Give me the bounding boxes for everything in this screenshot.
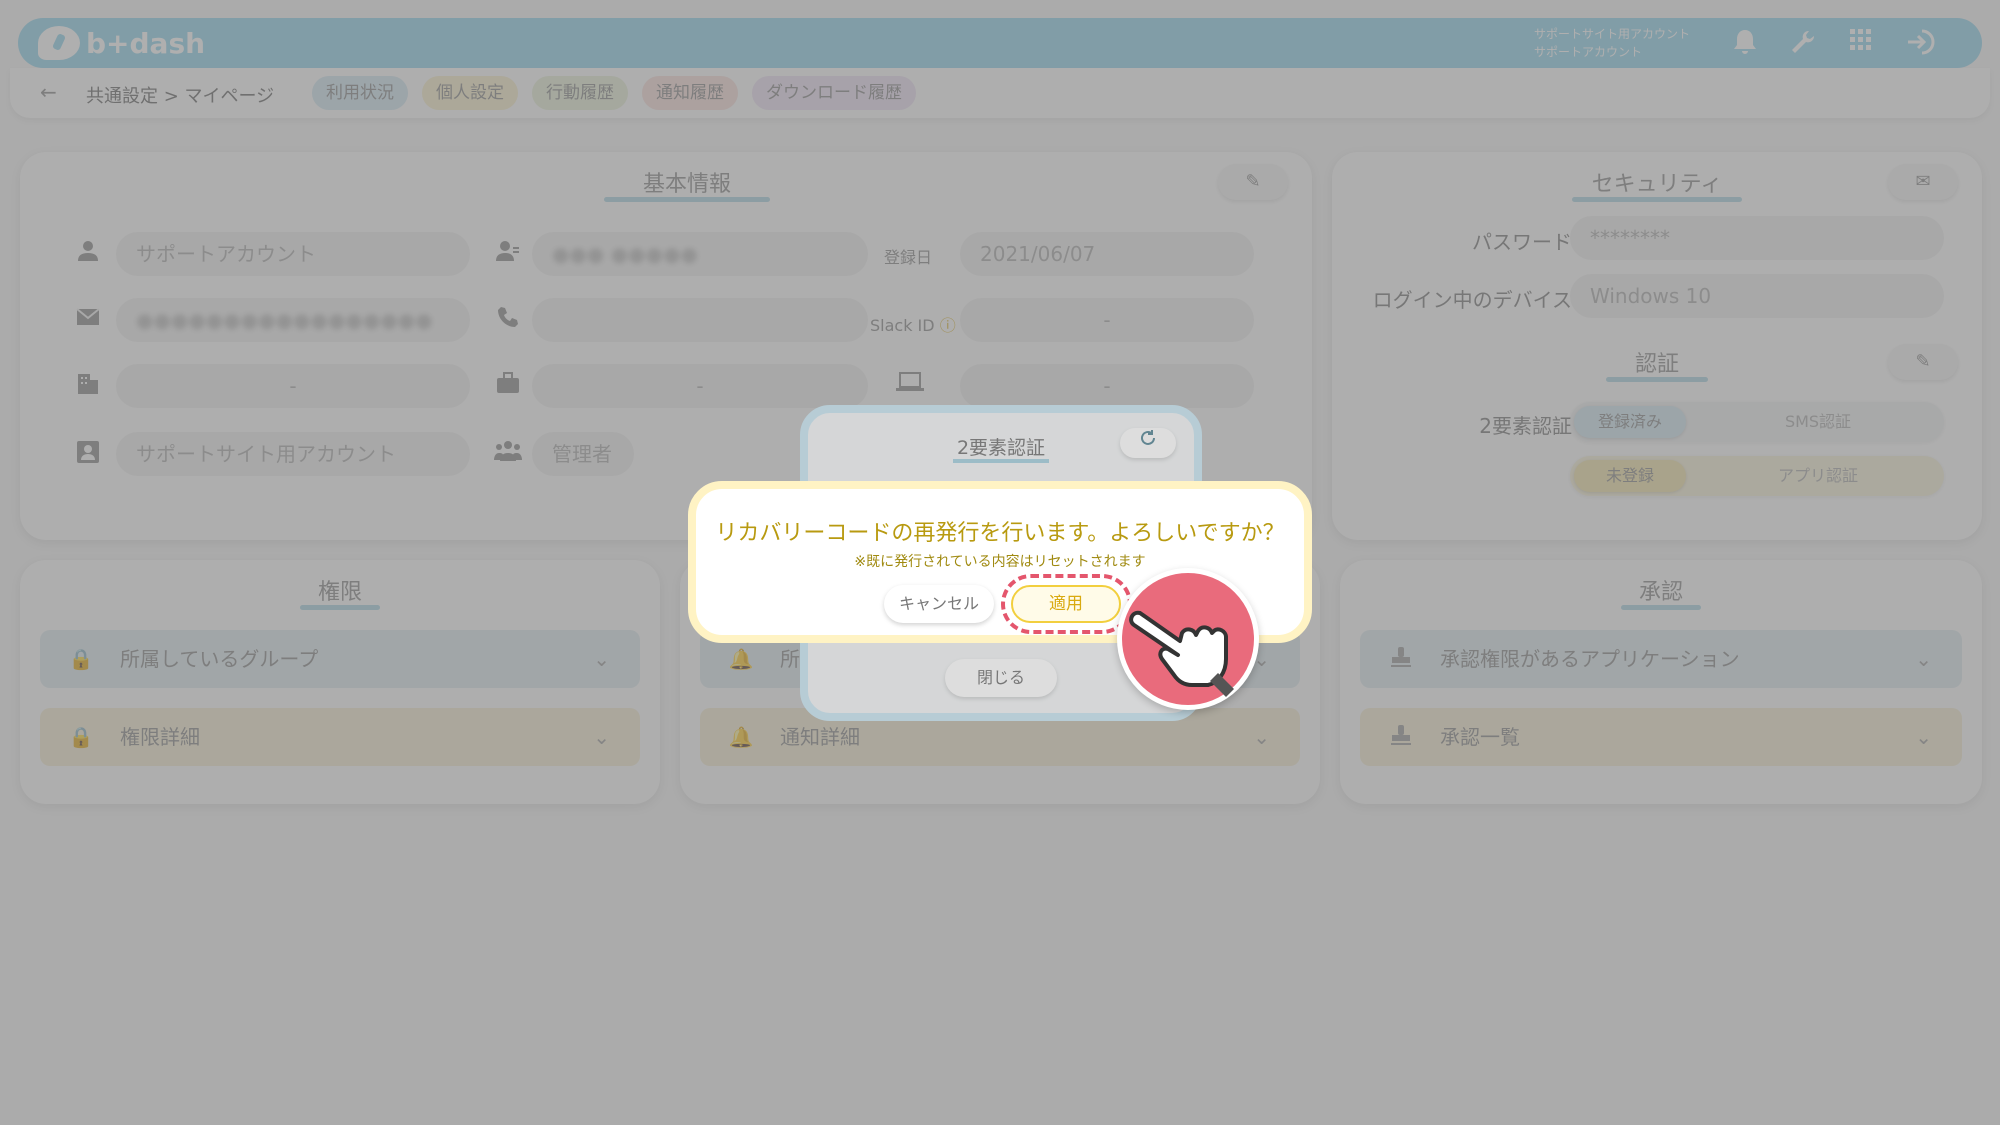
apply-button[interactable]: 適用 — [1011, 585, 1121, 623]
confirm-message: リカバリーコードの再発行を行います。よろしいですか？ — [715, 521, 1285, 546]
cancel-button[interactable]: キャンセル — [884, 585, 994, 623]
hand-pointer-icon — [1117, 568, 1259, 710]
confirm-note: ※既に発行されている内容はリセットされます — [854, 554, 1146, 570]
